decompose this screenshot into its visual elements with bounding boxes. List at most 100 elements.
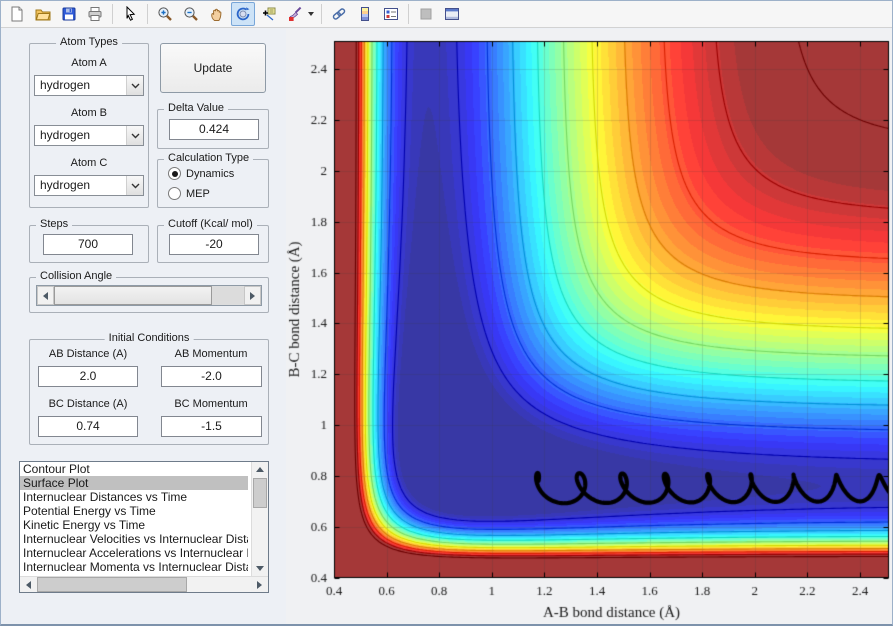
pan-button[interactable]	[205, 2, 229, 26]
rotate-3d-button[interactable]	[231, 2, 255, 26]
vertical-scroll-thumb[interactable]	[253, 478, 267, 508]
left-arrow-icon	[43, 291, 48, 300]
bc-distance-label: BC Distance (A)	[48, 398, 128, 410]
delta-value-field[interactable]: 0.424	[169, 119, 259, 140]
magnifier-plus-icon	[158, 7, 172, 21]
slider-thumb[interactable]	[54, 286, 212, 305]
atom-a-label: Atom A	[71, 57, 107, 69]
list-item[interactable]: Kinetic Energy vs Time	[20, 518, 248, 532]
atom-types-title: Atom Types	[56, 36, 122, 48]
calculation-type-title: Calculation Type	[164, 152, 254, 164]
insert-colorbar-button[interactable]	[353, 2, 377, 26]
rotate-3d-icon	[236, 7, 250, 21]
list-item[interactable]: Internuclear Velocities vs Internuclear …	[20, 532, 248, 546]
list-item[interactable]: Contour Plot	[20, 462, 248, 476]
delta-value-title: Delta Value	[164, 102, 229, 114]
cutoff-field[interactable]: -20	[169, 234, 259, 255]
show-tools-icon	[445, 8, 459, 20]
left-arrow-icon	[26, 580, 31, 589]
atom-c-select[interactable]: hydrogen	[34, 175, 144, 196]
bc-momentum-field[interactable]: -1.5	[161, 416, 262, 437]
steps-field[interactable]: 700	[43, 234, 133, 255]
list-item-selected[interactable]: Surface Plot	[20, 476, 248, 490]
scroll-up-button[interactable]	[252, 462, 268, 477]
vertical-scrollbar[interactable]	[251, 462, 268, 576]
dynamics-radio-row[interactable]: Dynamics	[168, 167, 234, 180]
hand-icon	[211, 8, 222, 21]
atom-c-label: Atom C	[70, 157, 108, 169]
page-icon	[11, 6, 23, 22]
ab-distance-field[interactable]: 2.0	[38, 366, 138, 387]
slider-track[interactable]	[212, 286, 244, 305]
horizontal-scrollbar[interactable]	[20, 576, 268, 592]
brush-dropdown-arrow[interactable]	[308, 12, 314, 16]
collision-angle-slider[interactable]	[36, 285, 262, 306]
plot-type-listbox[interactable]: Contour Plot Surface Plot Internuclear D…	[19, 461, 269, 593]
atom-b-select[interactable]: hydrogen	[34, 125, 144, 146]
toolbar-separator	[408, 4, 409, 24]
slider-right-arrow[interactable]	[244, 286, 261, 305]
horizontal-scroll-track[interactable]	[187, 577, 251, 592]
show-plot-tools-button[interactable]	[440, 2, 464, 26]
atom-b-value: hydrogen	[40, 128, 91, 142]
mep-radio[interactable]	[168, 187, 181, 200]
chevron-down-icon[interactable]	[126, 176, 143, 195]
mep-radio-row[interactable]: MEP	[168, 187, 210, 200]
ab-momentum-field[interactable]: -2.0	[161, 366, 262, 387]
initial-conditions-title: Initial Conditions	[104, 332, 194, 344]
brush-data-button[interactable]	[283, 2, 307, 26]
figure-toolbar	[1, 1, 892, 28]
legend-icon	[384, 8, 398, 20]
bc-momentum-label: BC Momentum	[174, 398, 248, 410]
up-arrow-icon	[256, 467, 264, 472]
scroll-left-button[interactable]	[20, 577, 37, 592]
down-arrow-icon	[256, 566, 264, 571]
list-item[interactable]: Internuclear Accelerations vs Internucle…	[20, 546, 248, 560]
pes-contour-plot[interactable]	[286, 29, 892, 624]
mep-radio-label: MEP	[186, 187, 210, 200]
chevron-down-icon[interactable]	[126, 76, 143, 95]
datatip-icon	[263, 7, 276, 21]
folder-icon	[35, 9, 51, 21]
new-figure-button[interactable]	[5, 2, 29, 26]
toolbar-separator	[147, 4, 148, 24]
floppy-icon	[62, 7, 76, 21]
atom-a-select[interactable]: hydrogen	[34, 75, 144, 96]
hide-plot-tools-button[interactable]	[414, 2, 438, 26]
cutoff-title: Cutoff (Kcal/ mol)	[164, 218, 257, 230]
toolbar-separator	[321, 4, 322, 24]
print-figure-button[interactable]	[83, 2, 107, 26]
slider-left-arrow[interactable]	[37, 286, 54, 305]
scroll-right-button[interactable]	[251, 577, 268, 592]
list-item[interactable]: Potential Energy vs Time	[20, 504, 248, 518]
horizontal-scroll-thumb[interactable]	[37, 577, 187, 592]
data-cursor-button[interactable]	[257, 2, 281, 26]
list-item[interactable]: Internuclear Distances vs Time	[20, 490, 248, 504]
calculation-type-group: Calculation Type Dynamics MEP	[157, 152, 269, 208]
atom-c-value: hydrogen	[40, 178, 91, 192]
list-item[interactable]: Internuclear Momenta vs Internuclear Dis…	[20, 560, 248, 574]
zoom-out-button[interactable]	[179, 2, 203, 26]
colorbar-icon	[361, 7, 369, 21]
app-window: Atom Types Atom A hydrogen Atom B hydrog…	[0, 0, 893, 626]
chevron-down-icon[interactable]	[126, 126, 143, 145]
insert-legend-button[interactable]	[379, 2, 403, 26]
update-button[interactable]: Update	[160, 43, 266, 93]
scroll-down-button[interactable]	[252, 561, 268, 576]
collision-angle-group: Collision Angle	[29, 270, 269, 313]
edit-plot-button[interactable]	[118, 2, 142, 26]
dynamics-radio[interactable]	[168, 167, 181, 180]
ab-momentum-label: AB Momentum	[174, 348, 248, 360]
atom-a-value: hydrogen	[40, 78, 91, 92]
link-icon	[332, 8, 346, 20]
save-figure-button[interactable]	[57, 2, 81, 26]
open-file-button[interactable]	[31, 2, 55, 26]
collision-angle-title: Collision Angle	[36, 270, 117, 282]
link-plot-button[interactable]	[327, 2, 351, 26]
dynamics-radio-label: Dynamics	[186, 167, 235, 180]
toolbar-separator	[112, 4, 113, 24]
bc-distance-field[interactable]: 0.74	[38, 416, 138, 437]
pointer-icon	[126, 6, 136, 21]
zoom-in-button[interactable]	[153, 2, 177, 26]
atom-b-label: Atom B	[70, 107, 108, 119]
